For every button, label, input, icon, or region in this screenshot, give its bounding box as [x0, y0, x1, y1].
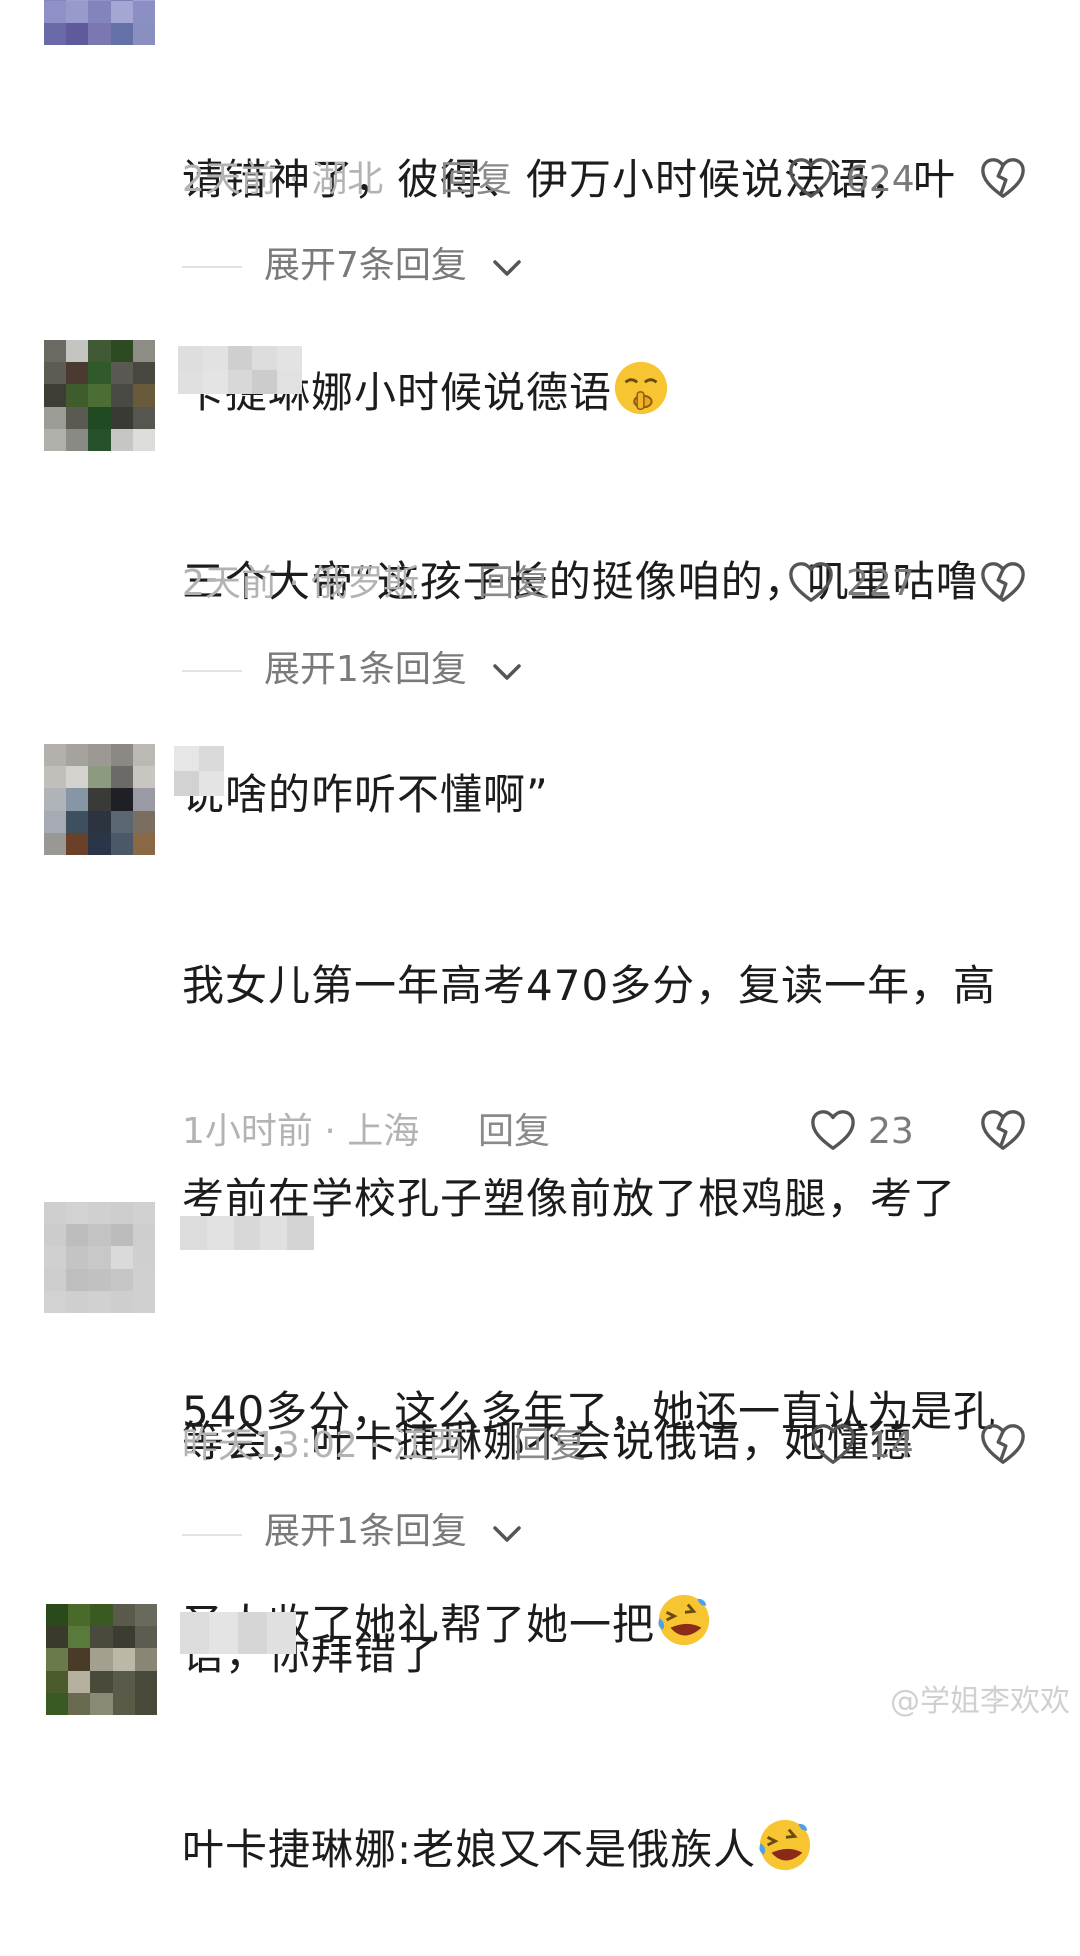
like-count: 23 — [868, 1111, 914, 1152]
comment-meta: 2天前 · 湖北 — [182, 159, 384, 200]
heart-outline-icon[interactable] — [810, 1108, 856, 1152]
reply-button[interactable]: 回复 — [514, 1426, 586, 1466]
heart-outline-icon[interactable] — [810, 1422, 856, 1466]
heart-outline-icon[interactable] — [788, 560, 834, 604]
comment-meta: 1小时前 · 上海 — [182, 1111, 420, 1152]
avatar[interactable] — [44, 340, 155, 451]
expand-replies-button[interactable]: 展开7条回复 — [264, 246, 467, 286]
expand-divider — [182, 670, 242, 672]
expand-divider — [182, 1534, 242, 1536]
reply-button[interactable]: 回复 — [440, 160, 512, 200]
watermark: @学姐李欢欢 — [890, 1684, 1070, 1719]
broken-heart-icon[interactable] — [980, 156, 1026, 200]
avatar[interactable] — [46, 1604, 157, 1715]
avatar[interactable] — [44, 744, 155, 855]
avatar[interactable] — [44, 0, 155, 45]
username-redacted[interactable] — [180, 1216, 314, 1250]
avatar[interactable] — [44, 1202, 155, 1313]
like-count: 624 — [846, 159, 915, 200]
comment-meta: 昨天13:02 · 江西 — [182, 1425, 465, 1466]
like-count: 14 — [868, 1425, 914, 1466]
username-redacted[interactable] — [174, 746, 224, 796]
reply-button[interactable]: 回复 — [478, 1112, 550, 1152]
expand-divider — [182, 266, 242, 268]
like-count: 227 — [846, 563, 915, 604]
expand-replies-button[interactable]: 展开1条回复 — [264, 650, 467, 690]
expand-replies-button[interactable]: 展开1条回复 — [264, 1512, 467, 1552]
comment-meta: 2天前 · 俄罗斯 — [182, 563, 420, 604]
chevron-down-icon — [493, 260, 521, 276]
heart-outline-icon[interactable] — [788, 156, 834, 200]
username-redacted[interactable] — [180, 1612, 296, 1654]
laughing-tears-face-icon — [759, 1819, 811, 1871]
broken-heart-icon[interactable] — [980, 560, 1026, 604]
username-redacted[interactable] — [178, 346, 302, 394]
chevron-down-icon — [493, 664, 521, 680]
chevron-down-icon — [493, 1526, 521, 1542]
broken-heart-icon[interactable] — [980, 1422, 1026, 1466]
reply-button[interactable]: 回复 — [478, 564, 550, 604]
broken-heart-icon[interactable] — [980, 1108, 1026, 1152]
